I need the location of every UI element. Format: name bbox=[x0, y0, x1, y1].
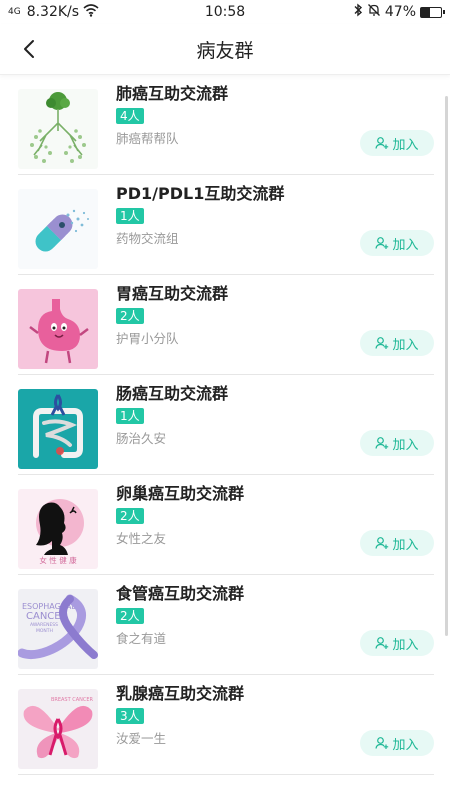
battery-percent: 47% bbox=[384, 4, 416, 20]
add-user-icon bbox=[375, 337, 389, 349]
battery-icon bbox=[420, 6, 445, 18]
intestine-icon bbox=[33, 394, 83, 458]
join-label: 加入 bbox=[392, 637, 419, 653]
awareness-ribbon-icon: ESOPHAGEAL CANCER AWARENESS MONTH bbox=[18, 594, 98, 660]
svg-text:BREAST CANCER: BREAST CANCER bbox=[51, 697, 94, 703]
join-label: 加入 bbox=[392, 437, 419, 453]
list-item[interactable]: 肺癌互助交流群 4人 肺癌帮帮队 加入 bbox=[18, 75, 434, 175]
status-bar: 4G 8.32K/s 10:58 47% bbox=[0, 0, 450, 24]
scrollbar[interactable] bbox=[445, 96, 448, 636]
butterfly-ribbon-icon: BREAST CANCER bbox=[23, 697, 94, 759]
group-thumbnail bbox=[18, 189, 98, 269]
add-user-icon bbox=[375, 437, 389, 449]
group-subtitle: 汝爱一生 bbox=[116, 731, 167, 746]
group-thumbnail: ESOPHAGEAL CANCER AWARENESS MONTH bbox=[18, 589, 98, 669]
wifi-icon bbox=[83, 3, 99, 21]
woman-silhouette-icon: 女 性 健 康 bbox=[36, 499, 84, 565]
list-item[interactable]: 胃癌互助交流群 2人 护胃小分队 加入 bbox=[18, 275, 434, 375]
group-subtitle: 护胃小分队 bbox=[116, 331, 179, 346]
join-label: 加入 bbox=[392, 537, 419, 553]
group-subtitle: 食之有道 bbox=[116, 631, 167, 646]
page-title: 病友群 bbox=[196, 39, 254, 62]
mute-bell-icon bbox=[367, 3, 381, 21]
signal-icon: 4G bbox=[8, 6, 21, 17]
group-subtitle: 女性之友 bbox=[116, 531, 167, 546]
list-item[interactable]: PD1/PDL1互助交流群 1人 药物交流组 加入 bbox=[18, 175, 434, 275]
group-list: 肺癌互助交流群 4人 肺癌帮帮队 加入 PD1/PDL1互助交流群 1人 药物交… bbox=[0, 75, 450, 775]
add-user-icon bbox=[375, 137, 389, 149]
group-thumbnail bbox=[18, 89, 98, 169]
join-label: 加入 bbox=[392, 237, 419, 253]
group-subtitle: 肺癌帮帮队 bbox=[116, 131, 179, 146]
join-button[interactable]: 加入 bbox=[360, 230, 434, 256]
group-thumbnail bbox=[18, 289, 98, 369]
svg-text:AWARENESS: AWARENESS bbox=[30, 622, 58, 628]
list-item[interactable]: BREAST CANCER 乳腺癌互助交流群 3人 汝爱一生 加入 bbox=[18, 675, 434, 775]
join-button[interactable]: 加入 bbox=[360, 630, 434, 656]
back-button[interactable] bbox=[16, 36, 42, 62]
join-label: 加入 bbox=[392, 737, 419, 753]
join-button[interactable]: 加入 bbox=[360, 430, 434, 456]
stomach-icon bbox=[29, 299, 89, 364]
member-count-badge: 2人 bbox=[116, 508, 144, 524]
list-item[interactable]: 肠癌互助交流群 1人 肠治久安 加入 bbox=[18, 375, 434, 475]
member-count-badge: 1人 bbox=[116, 208, 144, 224]
net-speed: 8.32K/s bbox=[26, 4, 80, 20]
svg-text:女 性 健 康: 女 性 健 康 bbox=[39, 555, 77, 565]
group-name: PD1/PDL1互助交流群 bbox=[116, 184, 285, 203]
add-user-icon bbox=[375, 537, 389, 549]
group-name: 食管癌互助交流群 bbox=[116, 584, 245, 603]
member-count-badge: 4人 bbox=[116, 108, 144, 124]
group-name: 胃癌互助交流群 bbox=[116, 284, 229, 303]
group-thumbnail: 女 性 健 康 bbox=[18, 489, 98, 569]
list-item[interactable]: ESOPHAGEAL CANCER AWARENESS MONTH 食管癌互助交… bbox=[18, 575, 434, 675]
group-name: 肠癌互助交流群 bbox=[116, 384, 229, 403]
group-name: 肺癌互助交流群 bbox=[116, 84, 229, 103]
group-subtitle: 药物交流组 bbox=[116, 231, 179, 246]
join-button[interactable]: 加入 bbox=[360, 730, 434, 756]
group-thumbnail: BREAST CANCER bbox=[18, 689, 98, 769]
app-header: 病友群 bbox=[0, 24, 450, 75]
svg-text:MONTH: MONTH bbox=[36, 628, 53, 634]
capsule-icon bbox=[35, 209, 89, 252]
add-user-icon bbox=[375, 637, 389, 649]
group-subtitle: 肠治久安 bbox=[116, 431, 167, 446]
join-label: 加入 bbox=[392, 137, 419, 153]
group-name: 卵巢癌互助交流群 bbox=[116, 484, 245, 503]
group-thumbnail bbox=[18, 389, 98, 469]
member-count-badge: 3人 bbox=[116, 708, 144, 724]
join-label: 加入 bbox=[392, 337, 419, 353]
join-button[interactable]: 加入 bbox=[360, 130, 434, 156]
member-count-badge: 2人 bbox=[116, 608, 144, 624]
member-count-badge: 1人 bbox=[116, 408, 144, 424]
join-button[interactable]: 加入 bbox=[360, 330, 434, 356]
clock: 10:58 bbox=[204, 4, 246, 20]
chevron-left-icon bbox=[24, 40, 34, 58]
join-button[interactable]: 加入 bbox=[360, 530, 434, 556]
add-user-icon bbox=[375, 237, 389, 249]
lung-tree-icon bbox=[30, 92, 86, 163]
member-count-badge: 2人 bbox=[116, 308, 144, 324]
add-user-icon bbox=[375, 737, 389, 749]
group-name: 乳腺癌互助交流群 bbox=[116, 684, 245, 703]
bluetooth-icon bbox=[353, 3, 363, 21]
list-item[interactable]: 女 性 健 康 卵巢癌互助交流群 2人 女性之友 加入 bbox=[18, 475, 434, 575]
